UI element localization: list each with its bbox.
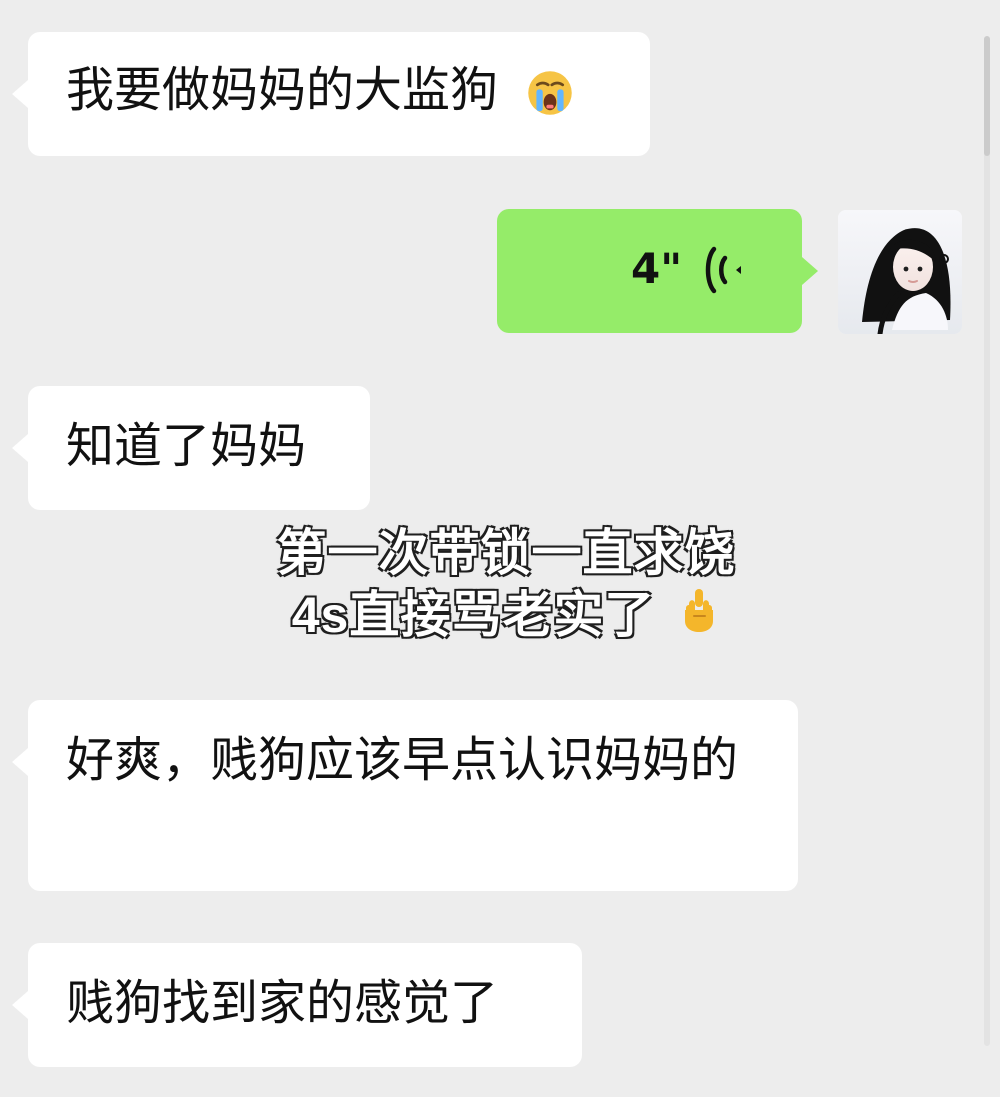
message-bubble-1[interactable]: 我要做妈妈的大监狗 <box>12 32 650 156</box>
avatar-girl-icon <box>838 210 962 334</box>
middle-finger-icon <box>685 589 714 632</box>
voice-message-content: 4" <box>497 209 802 333</box>
overlay-line-2: 4s直接骂老实了 <box>236 584 776 646</box>
overlay-line-1: 第一次带锁一直求饶 <box>276 525 736 581</box>
overlay-line-2-text: 4s直接骂老实了 <box>291 587 656 643</box>
message-text-4: 贱狗找到家的感觉了 <box>66 975 499 1031</box>
voice-waves-icon <box>705 246 741 294</box>
message-bubble-2[interactable]: 知道了妈妈 <box>12 386 370 510</box>
voice-message-bubble[interactable]: 4" <box>497 209 818 333</box>
message-text-2: 知道了妈妈 <box>66 418 307 474</box>
video-caption-overlay: 第一次带锁一直求饶 4s直接骂老实了 <box>236 522 776 646</box>
message-bubble-3[interactable]: 好爽，贱狗应该早点认识妈妈的 <box>12 700 798 891</box>
loudly-crying-face-icon <box>528 71 573 115</box>
avatar[interactable] <box>838 210 962 334</box>
message-text-3: 好爽，贱狗应该早点认识妈妈的 <box>66 732 739 788</box>
voice-duration: 4" <box>631 244 683 293</box>
message-bubble-4[interactable]: 贱狗找到家的感觉了 <box>12 943 582 1067</box>
scroll-thumb[interactable] <box>984 36 990 156</box>
scroll-track[interactable] <box>984 36 990 1046</box>
chat-view: 我要做妈妈的大监狗 4" 知道了妈妈 第一次带锁一直求饶 4s直接骂老实了 好爽… <box>0 0 1000 1097</box>
message-text-1: 我要做妈妈的大监狗 <box>66 62 499 118</box>
